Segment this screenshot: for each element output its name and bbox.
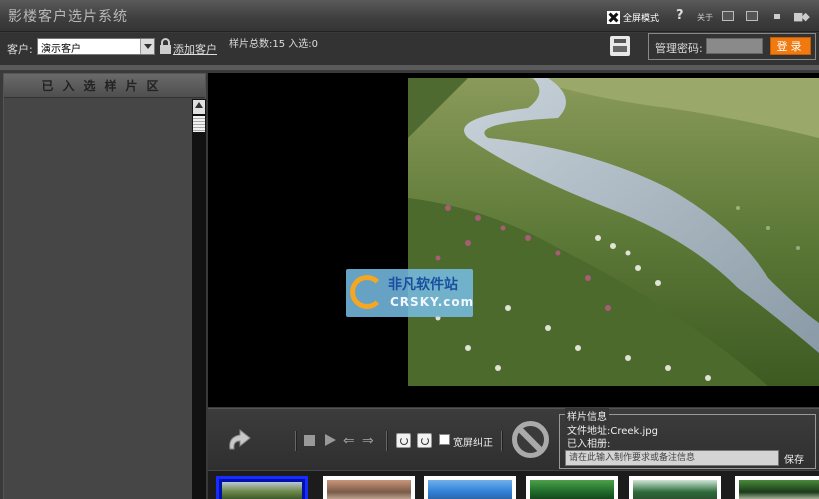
album-label: 已入相册: [567, 439, 611, 450]
rotate-left-button[interactable] [396, 433, 411, 448]
separator [295, 431, 297, 451]
selected-samples-list[interactable] [4, 99, 192, 499]
help-button[interactable]: ? [676, 8, 684, 23]
divider [0, 65, 819, 70]
widescreen-label: 宽屏纠正 [453, 438, 493, 449]
toolbar: 客户: 演示客户 添加客户 样片总数:15 入选:0 管理密码: 登录 [0, 33, 819, 65]
window-mode-button-1[interactable] [722, 11, 734, 21]
client-select[interactable]: 演示客户 [37, 38, 155, 55]
thumbnail-image [633, 480, 717, 499]
next-button[interactable]: ⇒ [362, 433, 374, 449]
control-bar: ⇐ ⇒ 宽屏纠正 样片信息 文件地址:Creek.jpg 已入相册: 请在此输入… [208, 408, 819, 470]
add-client-link[interactable]: 添加客户 [173, 41, 217, 57]
watermark-icon [350, 275, 384, 309]
selected-samples-panel: 已入选样片区 [3, 73, 206, 499]
thumb-creek[interactable] [216, 476, 308, 499]
scrollbar[interactable] [192, 99, 206, 499]
thumb-falls[interactable] [629, 476, 721, 499]
fullscreen-icon [607, 10, 620, 24]
close-button[interactable]: ■◆ [793, 10, 810, 23]
thumbnail-image [739, 480, 819, 499]
save-button[interactable]: 保存 [784, 451, 804, 466]
thumbnail-image [222, 482, 302, 499]
widescreen-checkbox[interactable] [439, 434, 450, 445]
login-button[interactable]: 登录 [770, 37, 811, 55]
watermark-logo: 非凡软件站 CRSKY.com [346, 269, 473, 317]
thumbnail-image [327, 480, 411, 499]
undo-arrow-icon[interactable] [224, 427, 256, 455]
selected-samples-header: 已入选样片区 [4, 74, 205, 98]
main-photo [408, 78, 819, 386]
sample-stats: 样片总数:15 入选:0 [229, 39, 319, 50]
client-select-value: 演示客户 [41, 44, 81, 55]
watermark-cn: 非凡软件站 [388, 277, 458, 293]
note-input[interactable]: 请在此输入制作要求或备注信息 [565, 450, 779, 466]
app-window: 影楼客户选片系统 全屏模式 ? 关于 ■◆ 客户: 演示客户 添加客户 样片总数… [0, 0, 819, 499]
minimize-button[interactable] [774, 14, 780, 19]
chevron-down-icon[interactable] [140, 39, 154, 54]
app-title: 影楼客户选片系统 [8, 9, 128, 25]
admin-password-label: 管理密码: [655, 42, 703, 55]
lock-icon [160, 38, 171, 55]
fullscreen-button[interactable]: 全屏模式 [607, 9, 659, 25]
rotate-right-button[interactable] [417, 433, 432, 448]
thumb-rocks[interactable] [323, 476, 415, 499]
fullscreen-label: 全屏模式 [623, 13, 660, 24]
sample-info-box: 样片信息 文件地址:Creek.jpg 已入相册: 请在此输入制作要求或备注信息… [559, 408, 816, 469]
thumb-leaf[interactable] [526, 476, 618, 499]
scroll-up-button[interactable] [193, 100, 205, 114]
client-label: 客户: [7, 43, 33, 56]
sample-info-title: 样片信息 [565, 408, 609, 423]
stop-button[interactable] [304, 435, 315, 446]
window-mode-button-2[interactable] [746, 11, 758, 21]
photo-viewer[interactable]: 非凡软件站 CRSKY.com [208, 73, 819, 407]
reject-icon[interactable] [512, 421, 549, 458]
printer-icon[interactable] [610, 36, 630, 56]
thumb-sky[interactable] [424, 476, 516, 499]
thumbnail-image [530, 480, 614, 499]
separator [386, 431, 388, 451]
thumbnail-image [428, 480, 512, 499]
admin-login-box: 管理密码: 登录 [648, 33, 816, 60]
thumb-flower[interactable] [735, 476, 819, 499]
about-button[interactable]: 关于 [697, 12, 713, 23]
title-bar: 影楼客户选片系统 全屏模式 ? 关于 ■◆ [0, 0, 819, 32]
play-button[interactable] [325, 434, 336, 446]
separator [501, 431, 503, 451]
thumbnail-strip [208, 470, 819, 499]
prev-button[interactable]: ⇐ [343, 433, 355, 449]
scroll-thumb[interactable] [193, 116, 205, 132]
watermark-en: CRSKY.com [390, 295, 475, 309]
admin-password-input[interactable] [706, 38, 763, 54]
